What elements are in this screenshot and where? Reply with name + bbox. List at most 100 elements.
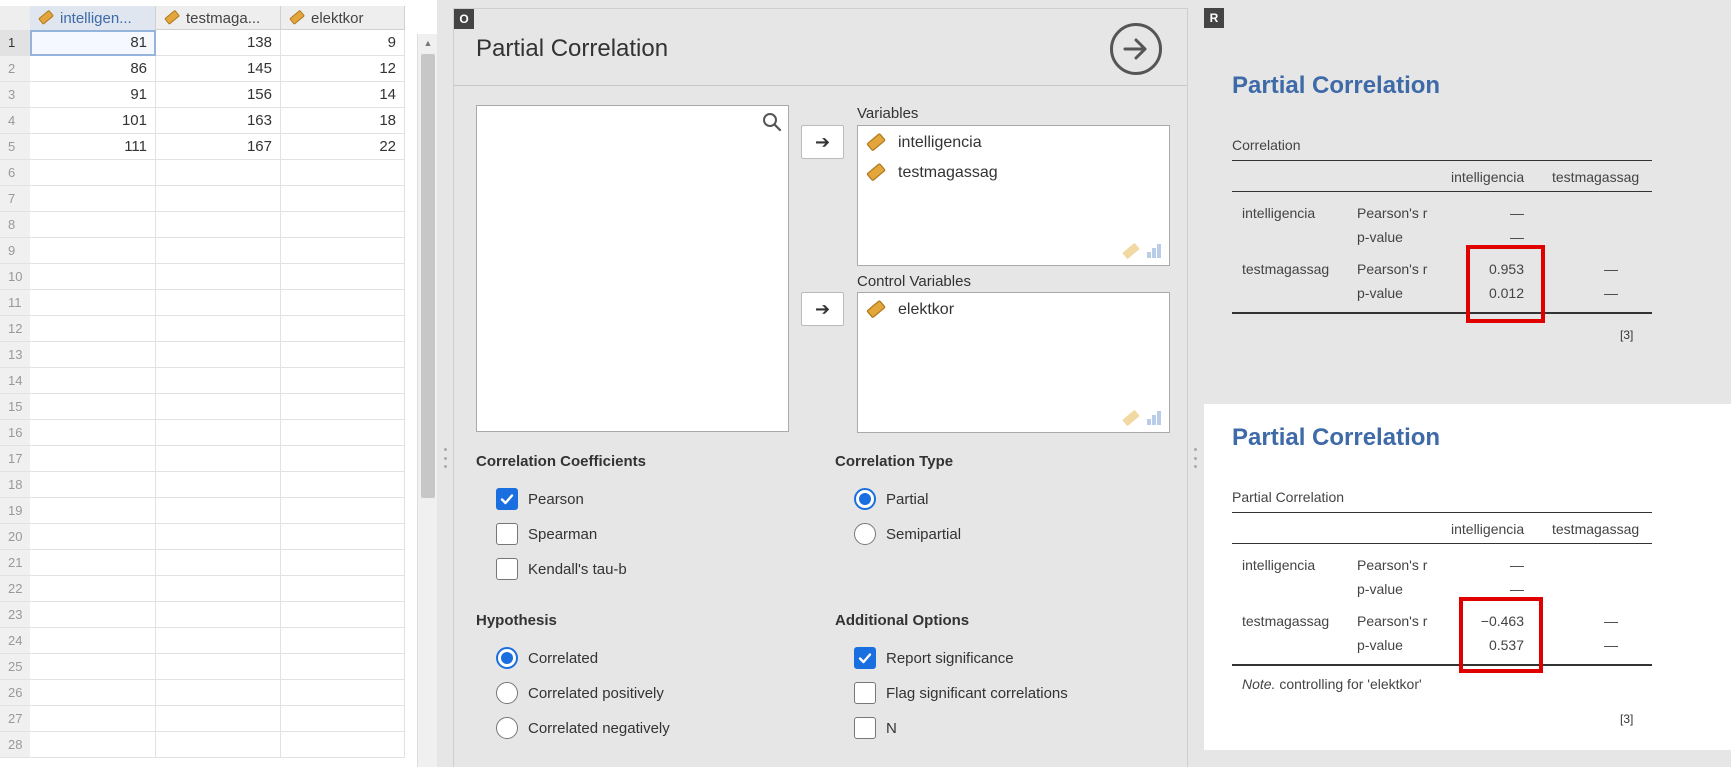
data-cell[interactable]	[156, 602, 281, 628]
row-number[interactable]: 9	[0, 238, 30, 264]
row-number[interactable]: 11	[0, 290, 30, 316]
data-cell[interactable]	[281, 498, 405, 524]
data-cell[interactable]	[30, 368, 156, 394]
data-cell[interactable]	[30, 628, 156, 654]
reference-footnote[interactable]: [3]	[1620, 328, 1633, 342]
row-number[interactable]: 5	[0, 134, 30, 160]
data-cell[interactable]	[281, 576, 405, 602]
data-cell[interactable]	[281, 212, 405, 238]
data-cell[interactable]	[281, 654, 405, 680]
data-cell[interactable]	[156, 368, 281, 394]
row-number[interactable]: 13	[0, 342, 30, 368]
data-cell[interactable]	[156, 160, 281, 186]
data-cell[interactable]	[156, 238, 281, 264]
kendall-checkbox[interactable]: Kendall's tau-b	[496, 556, 627, 582]
data-cell[interactable]	[30, 446, 156, 472]
data-cell[interactable]: 12	[281, 56, 405, 82]
data-cell[interactable]	[281, 732, 405, 758]
row-number[interactable]: 24	[0, 628, 30, 654]
data-cell[interactable]	[30, 706, 156, 732]
data-cell[interactable]	[281, 446, 405, 472]
row-number[interactable]: 10	[0, 264, 30, 290]
row-number[interactable]: 25	[0, 654, 30, 680]
row-number[interactable]: 17	[0, 446, 30, 472]
data-cell[interactable]	[281, 186, 405, 212]
data-cell[interactable]	[156, 290, 281, 316]
scroll-up-arrow-icon[interactable]: ▲	[422, 38, 434, 48]
data-cell[interactable]: 22	[281, 134, 405, 160]
data-cell[interactable]	[156, 524, 281, 550]
column-header-elektkor[interactable]: elektkor	[281, 6, 405, 30]
spearman-checkbox[interactable]: Spearman	[496, 521, 597, 547]
checkbox-box[interactable]	[854, 682, 876, 704]
data-cell[interactable]: 9	[281, 30, 405, 56]
radio-circle[interactable]	[496, 717, 518, 739]
data-cell[interactable]	[156, 550, 281, 576]
data-cell[interactable]	[30, 394, 156, 420]
row-number[interactable]: 27	[0, 706, 30, 732]
correlated-radio[interactable]: Correlated	[496, 645, 598, 671]
data-cell[interactable]	[281, 316, 405, 342]
data-cell[interactable]	[30, 160, 156, 186]
data-cell[interactable]: 101	[30, 108, 156, 134]
data-cell[interactable]	[281, 394, 405, 420]
radio-circle[interactable]	[854, 523, 876, 545]
data-cell[interactable]	[156, 394, 281, 420]
data-cell[interactable]	[156, 654, 281, 680]
data-cell[interactable]: 18	[281, 108, 405, 134]
data-cell[interactable]	[30, 186, 156, 212]
data-cell[interactable]: 156	[156, 82, 281, 108]
data-cell[interactable]	[281, 290, 405, 316]
data-cell[interactable]	[156, 706, 281, 732]
data-cell[interactable]	[30, 576, 156, 602]
data-cell[interactable]	[156, 186, 281, 212]
data-cell[interactable]: 138	[156, 30, 281, 56]
data-cell[interactable]: 145	[156, 56, 281, 82]
data-cell[interactable]	[156, 498, 281, 524]
data-cell[interactable]	[30, 316, 156, 342]
row-number[interactable]: 16	[0, 420, 30, 446]
data-cell[interactable]	[30, 264, 156, 290]
data-cell[interactable]	[156, 420, 281, 446]
run-analysis-button[interactable]	[1110, 23, 1162, 75]
correlated-negatively-radio[interactable]: Correlated negatively	[496, 715, 670, 741]
row-number[interactable]: 28	[0, 732, 30, 758]
partial-radio[interactable]: Partial	[854, 486, 929, 512]
data-cell[interactable]	[281, 628, 405, 654]
n-checkbox[interactable]: N	[854, 715, 897, 741]
data-cell[interactable]	[281, 602, 405, 628]
data-cell[interactable]	[30, 238, 156, 264]
data-cell[interactable]	[281, 550, 405, 576]
report-significance-checkbox[interactable]: Report significance	[854, 645, 1014, 671]
row-number[interactable]: 20	[0, 524, 30, 550]
data-cell[interactable]	[281, 420, 405, 446]
pearson-checkbox[interactable]: Pearson	[496, 486, 584, 512]
checkbox-box[interactable]	[496, 523, 518, 545]
data-cell[interactable]	[156, 628, 281, 654]
move-to-control-variables-button[interactable]: ➔	[801, 292, 844, 326]
row-number[interactable]: 3	[0, 82, 30, 108]
data-cell[interactable]	[281, 342, 405, 368]
data-cell[interactable]	[156, 446, 281, 472]
data-cell[interactable]	[156, 680, 281, 706]
row-number[interactable]: 1	[0, 30, 30, 56]
data-cell[interactable]: 81	[30, 30, 156, 56]
checkbox-box[interactable]	[496, 488, 518, 510]
data-cell[interactable]	[281, 238, 405, 264]
row-number[interactable]: 7	[0, 186, 30, 212]
data-cell[interactable]	[30, 732, 156, 758]
variable-item-intelligencia[interactable]: intelligencia	[866, 132, 982, 154]
data-cell[interactable]	[30, 524, 156, 550]
row-number[interactable]: 21	[0, 550, 30, 576]
row-number[interactable]: 19	[0, 498, 30, 524]
column-header-intelligencia[interactable]: intelligen...	[30, 6, 156, 30]
data-cell[interactable]	[30, 602, 156, 628]
scrollbar-thumb[interactable]	[421, 54, 435, 498]
row-number[interactable]: 15	[0, 394, 30, 420]
spreadsheet-scrollbar[interactable]: ▲	[417, 34, 437, 767]
row-number[interactable]: 18	[0, 472, 30, 498]
radio-circle[interactable]	[496, 647, 518, 669]
data-cell[interactable]	[156, 264, 281, 290]
row-number[interactable]: 23	[0, 602, 30, 628]
data-cell[interactable]: 86	[30, 56, 156, 82]
